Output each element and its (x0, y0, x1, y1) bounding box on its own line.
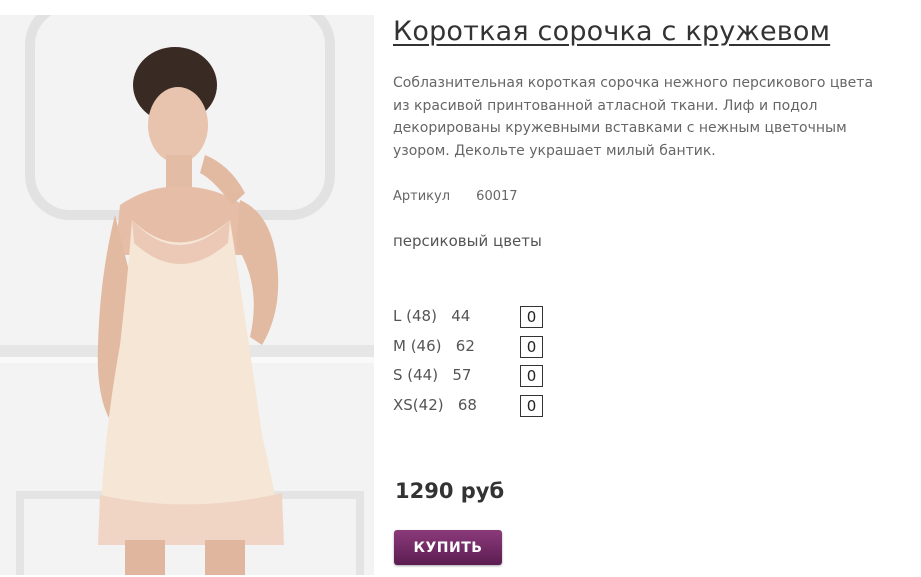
size-row-l: L (48) 44 (393, 306, 593, 336)
quantity-input-l[interactable] (520, 306, 543, 328)
quantity-input-xs[interactable] (520, 394, 543, 417)
quantity-input-s[interactable] (520, 365, 543, 387)
size-label: S (44) 57 (393, 366, 472, 384)
size-row-xs: XS(42) 68 (393, 394, 593, 425)
quantity-input-m[interactable] (520, 335, 543, 358)
buy-button[interactable]: КУПИТЬ (394, 530, 502, 565)
product-color: персиковый цветы (393, 232, 542, 250)
sku-line: Артикул 60017 (393, 189, 518, 204)
size-label: XS(42) 68 (393, 395, 477, 414)
size-label: M (46) 62 (393, 336, 475, 355)
sku-label: Артикул (393, 189, 451, 204)
size-row-s: S (44) 57 (393, 365, 593, 395)
product-photo (0, 15, 374, 575)
product-title: Короткая сорочка с кружевом (393, 16, 831, 47)
model-in-nightgown-image (0, 15, 374, 575)
product-price: 1290 руб (395, 479, 505, 503)
size-row-m: M (46) 62 (393, 335, 593, 366)
sku-value: 60017 (476, 189, 518, 204)
size-label: L (48) 44 (393, 307, 471, 325)
size-list: L (48) 44 M (46) 62 S (44) 57 XS(42) 68 (393, 306, 593, 424)
product-description: Соблазнительная короткая сорочка нежного… (393, 75, 874, 159)
